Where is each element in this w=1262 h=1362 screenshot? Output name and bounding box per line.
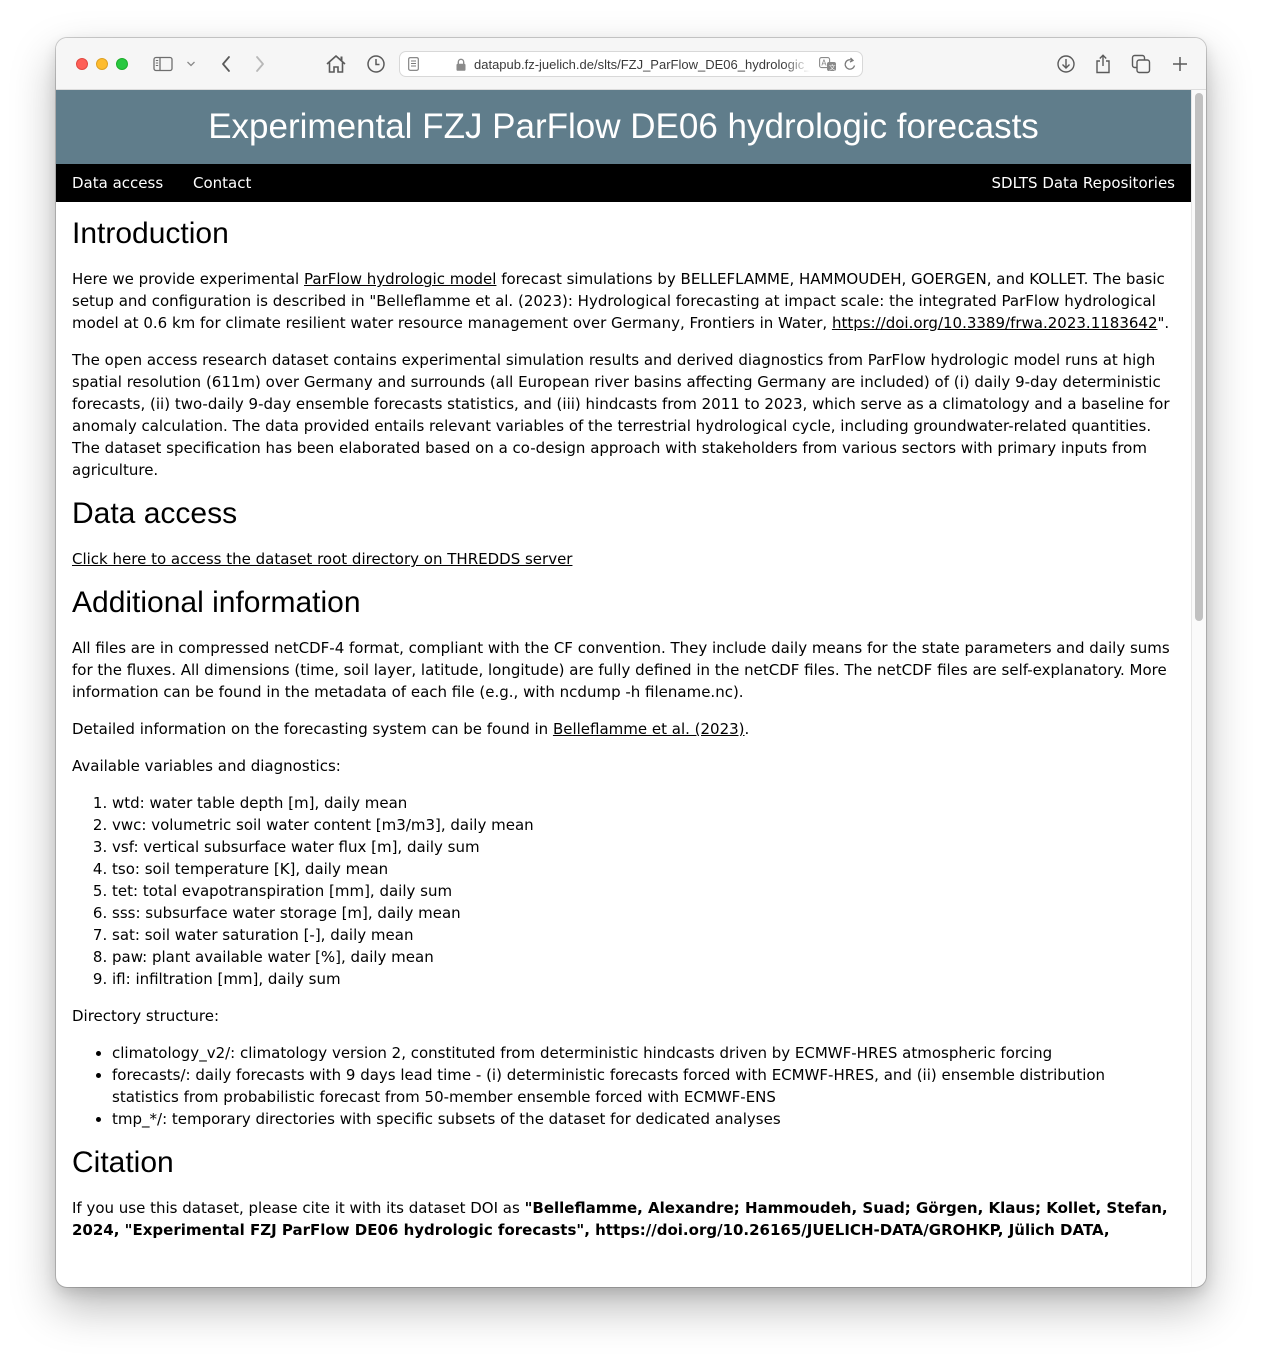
parflow-model-link[interactable]: ParFlow hydrologic model xyxy=(304,270,496,288)
scrollbar-thumb[interactable] xyxy=(1195,93,1203,621)
reload-icon[interactable] xyxy=(843,57,857,72)
intro-paragraph-2: The open access research dataset contain… xyxy=(72,351,1170,479)
text: Detailed information on the forecasting … xyxy=(72,720,553,738)
site-title: Experimental FZJ ParFlow DE06 hydrologic… xyxy=(208,107,1039,146)
vertical-scrollbar[interactable] xyxy=(1191,90,1206,1287)
text: If you use this dataset, please cite it … xyxy=(72,1199,525,1217)
list-item: ifl: infiltration [mm], daily sum xyxy=(112,968,1176,990)
list-item: vwc: volumetric soil water content [m3/m… xyxy=(112,814,1176,836)
tabs-icon xyxy=(1131,54,1151,74)
nav-sdlts-data-repositories[interactable]: SDLTS Data Repositories xyxy=(992,164,1176,202)
browser-toolbar: datapub.fz-juelich.de/slts/FZJ_ParFlow_D… xyxy=(56,38,1206,90)
site-header: Experimental FZJ ParFlow DE06 hydrologic… xyxy=(56,90,1191,164)
data-access-paragraph: Click here to access the dataset root di… xyxy=(72,548,1176,570)
thredds-server-link[interactable]: Click here to access the dataset root di… xyxy=(72,550,572,568)
clock-icon xyxy=(367,55,385,73)
chevron-right-icon xyxy=(256,56,264,72)
heading-additional-information: Additional information xyxy=(72,586,361,619)
lock-icon xyxy=(456,58,466,71)
share-icon xyxy=(1096,54,1110,74)
heading-data-access: Data access xyxy=(72,497,238,530)
belleflamme-2023-link[interactable]: Belleflamme et al. (2023) xyxy=(553,720,745,738)
address-bar[interactable]: datapub.fz-juelich.de/slts/FZJ_ParFlow_D… xyxy=(399,51,863,77)
heading-citation: Citation xyxy=(72,1146,174,1179)
directory-label: Directory structure: xyxy=(72,1007,220,1025)
directory-list: climatology_v2/: climatology version 2, … xyxy=(72,1042,1176,1130)
sidebar-icon xyxy=(153,56,173,72)
list-item: sat: soil water saturation [-], daily me… xyxy=(112,924,1176,946)
intro-paragraph-1: Here we provide experimental ParFlow hyd… xyxy=(72,268,1176,334)
heading-introduction: Introduction xyxy=(72,217,229,250)
minimize-window-button[interactable] xyxy=(96,58,108,70)
svg-text:A: A xyxy=(821,59,827,68)
share-button[interactable] xyxy=(1091,52,1115,76)
tab-overview-button[interactable] xyxy=(1129,52,1153,76)
variables-list: wtd: water table depth [m], daily mean v… xyxy=(72,792,1176,990)
list-item: paw: plant available water [%], daily me… xyxy=(112,946,1176,968)
format-paragraph: All files are in compressed netCDF-4 for… xyxy=(72,639,1170,701)
list-item: forecasts/: daily forecasts with 9 days … xyxy=(112,1064,1176,1108)
list-item: tso: soil temperature [K], daily mean xyxy=(112,858,1176,880)
page-viewport: Experimental FZJ ParFlow DE06 hydrologic… xyxy=(56,90,1206,1287)
close-window-button[interactable] xyxy=(76,58,88,70)
citation-paragraph: If you use this dataset, please cite it … xyxy=(72,1197,1176,1241)
variables-label: Available variables and diagnostics: xyxy=(72,757,341,775)
list-item: wtd: water table depth [m], daily mean xyxy=(112,792,1176,814)
url-text[interactable]: datapub.fz-juelich.de/slts/FZJ_ParFlow_D… xyxy=(474,57,810,72)
main-content: Introduction Here we provide experimenta… xyxy=(72,202,1176,1256)
nav-contact[interactable]: Contact xyxy=(193,164,251,202)
chevron-down-icon xyxy=(187,61,195,67)
list-item: climatology_v2/: climatology version 2, … xyxy=(112,1042,1176,1064)
back-button[interactable] xyxy=(214,52,238,76)
list-item: sss: subsurface water storage [m], daily… xyxy=(112,902,1176,924)
home-icon xyxy=(326,55,346,73)
sidebar-toggle-button[interactable] xyxy=(151,52,175,76)
forward-button[interactable] xyxy=(248,52,272,76)
list-item: tet: total evapotranspiration [mm], dail… xyxy=(112,880,1176,902)
plus-icon xyxy=(1173,57,1187,71)
nav-bar: Data access Contact SDLTS Data Repositor… xyxy=(56,164,1191,202)
paper-doi-link[interactable]: https://doi.org/10.3389/frwa.2023.118364… xyxy=(832,314,1158,332)
text: Here we provide experimental xyxy=(72,270,304,288)
home-button[interactable] xyxy=(324,52,348,76)
download-icon xyxy=(1057,55,1075,73)
text: ". xyxy=(1157,314,1170,332)
nav-data-access[interactable]: Data access xyxy=(72,164,163,202)
zoom-window-button[interactable] xyxy=(116,58,128,70)
svg-text:文: 文 xyxy=(829,62,836,71)
browser-window: datapub.fz-juelich.de/slts/FZJ_ParFlow_D… xyxy=(56,38,1206,1287)
tab-group-dropdown[interactable] xyxy=(181,52,201,76)
chevron-left-icon xyxy=(222,56,230,72)
translate-icon[interactable]: A文 xyxy=(819,57,837,72)
new-tab-button[interactable] xyxy=(1168,52,1192,76)
list-item: tmp_*/: temporary directories with speci… xyxy=(112,1108,1176,1130)
downloads-button[interactable] xyxy=(1054,52,1078,76)
text: . xyxy=(744,720,750,738)
details-paragraph: Detailed information on the forecasting … xyxy=(72,718,1176,740)
history-button[interactable] xyxy=(364,52,388,76)
reader-mode-icon[interactable] xyxy=(408,57,419,71)
list-item: vsf: vertical subsurface water flux [m],… xyxy=(112,836,1176,858)
